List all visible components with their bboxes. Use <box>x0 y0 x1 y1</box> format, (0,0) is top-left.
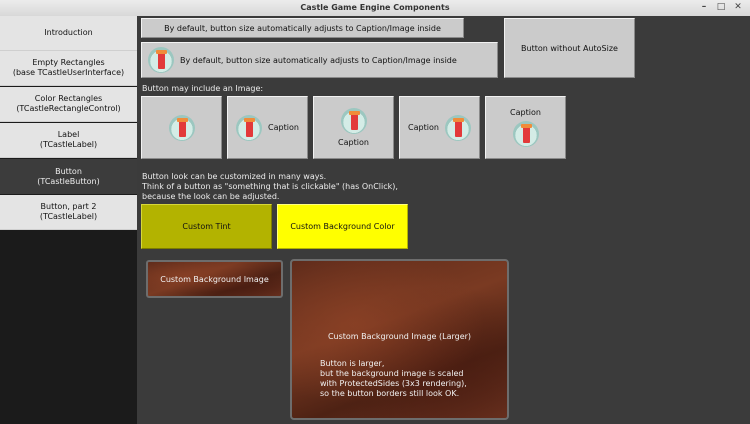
sidebar-item-empty-rectangles[interactable]: Empty Rectangles (base TCastleUserInterf… <box>0 51 137 86</box>
minimize-icon[interactable]: – <box>699 3 709 12</box>
castle-tower-icon <box>512 121 539 147</box>
castle-tower-icon <box>444 114 471 141</box>
button-caption: By default, button size automatically ad… <box>180 55 457 65</box>
button-caption: Custom Background Image (Larger) <box>327 332 472 341</box>
image-bottom-button[interactable]: Caption <box>485 96 566 159</box>
castle-tower-icon <box>236 114 263 141</box>
button-caption: Caption <box>268 123 299 132</box>
button-caption: Custom Background Image <box>160 274 269 284</box>
image-right-button[interactable]: Caption <box>399 96 480 159</box>
sidebar-item-sublabel: (base TCastleUserInterface) <box>12 68 125 77</box>
sidebar-item-label: Button, part 2 <box>40 202 97 211</box>
sidebar-item-introduction[interactable]: Introduction <box>0 16 137 51</box>
button-caption: By default, button size automatically ad… <box>164 23 441 33</box>
sidebar-item-label: Empty Rectangles <box>32 58 105 67</box>
no-autosize-button[interactable]: Button without AutoSize <box>504 18 635 78</box>
sidebar-item-label: Label <box>57 130 80 139</box>
image-top-button[interactable]: Caption <box>313 96 394 159</box>
sidebar-item-button[interactable]: Button (TCastleButton) <box>0 159 137 194</box>
customize-text-line-1: Button look can be customized in many wa… <box>142 172 327 181</box>
sidebar-item-label: Introduction <box>44 28 93 37</box>
button-caption: Custom Tint <box>182 222 231 231</box>
custom-background-image-button[interactable]: Custom Background Image <box>146 260 283 298</box>
button-caption: Caption <box>408 123 439 132</box>
autosize-caption-button[interactable]: By default, button size automatically ad… <box>141 18 464 38</box>
sidebar-item-color-rectangles[interactable]: Color Rectangles (TCastleRectangleContro… <box>0 87 137 122</box>
button-caption: Button without AutoSize <box>521 43 618 53</box>
large-button-text-line-4: so the button borders still look OK. <box>320 389 460 398</box>
large-button-text-line-2: but the background image is scaled <box>320 369 464 378</box>
sidebar: Introduction Empty Rectangles (base TCas… <box>0 16 137 424</box>
maximize-icon[interactable]: □ <box>716 3 726 12</box>
sidebar-item-sublabel: (TCastleLabel) <box>39 140 98 149</box>
sidebar-item-sublabel: (TCastleButton) <box>37 176 100 186</box>
image-only-button[interactable] <box>141 96 222 159</box>
image-left-button[interactable]: Caption <box>227 96 308 159</box>
castle-tower-icon <box>168 114 195 141</box>
button-caption: Custom Background Color <box>290 222 395 231</box>
custom-tint-button[interactable]: Custom Tint <box>141 204 272 249</box>
close-icon[interactable]: ✕ <box>733 3 743 12</box>
sidebar-item-label: Color Rectangles <box>34 94 103 103</box>
sidebar-item-label-page[interactable]: Label (TCastleLabel) <box>0 123 137 158</box>
window-title: Castle Game Engine Components <box>300 3 450 12</box>
custom-background-color-button[interactable]: Custom Background Color <box>277 204 408 249</box>
castle-tower-icon <box>340 108 367 134</box>
button-caption: Caption <box>510 108 541 117</box>
sidebar-item-sublabel: (TCastleLabel) <box>39 212 98 221</box>
customize-text-line-3: because the look can be adjusted. <box>142 192 280 201</box>
image-section-label: Button may include an Image: <box>142 84 264 93</box>
large-button-text-line-3: with ProtectedSides (3x3 rendering), <box>320 379 467 388</box>
customize-text-line-2: Think of a button as "something that is … <box>142 182 398 191</box>
castle-tower-icon <box>148 47 174 73</box>
window-titlebar: Castle Game Engine Components – □ ✕ <box>0 0 750 17</box>
button-caption: Caption <box>338 138 369 147</box>
sidebar-item-label: Button <box>55 166 82 176</box>
main-panel: By default, button size automatically ad… <box>137 16 750 424</box>
sidebar-item-button-part-2[interactable]: Button, part 2 (TCastleLabel) <box>0 195 137 230</box>
large-button-text-line-1: Button is larger, <box>320 359 385 368</box>
sidebar-item-sublabel: (TCastleRectangleControl) <box>16 104 121 113</box>
autosize-image-button[interactable]: By default, button size automatically ad… <box>141 42 498 78</box>
custom-background-image-large-button[interactable]: Custom Background Image (Larger) Button … <box>290 259 509 420</box>
